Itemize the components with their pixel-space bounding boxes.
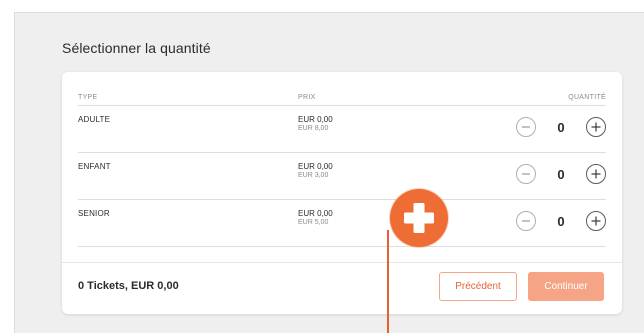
ticket-original-price: EUR 8,00 bbox=[298, 125, 329, 132]
minus-icon bbox=[522, 126, 530, 128]
plus-icon bbox=[591, 169, 601, 179]
annotation-marker bbox=[390, 189, 448, 247]
minus-icon bbox=[522, 220, 530, 222]
ticket-original-price: EUR 3,00 bbox=[298, 172, 329, 179]
decrease-button[interactable] bbox=[516, 164, 536, 184]
ticket-type-label: SENIOR bbox=[78, 209, 110, 218]
continue-button[interactable]: Continuer bbox=[528, 272, 604, 301]
quantity-value: 0 bbox=[557, 167, 565, 182]
plus-marker-icon bbox=[404, 203, 434, 233]
table-row: ENFANT EUR 0,00 EUR 3,00 0 bbox=[78, 153, 606, 200]
quantity-value: 0 bbox=[557, 120, 565, 135]
quantity-stepper: 0 bbox=[516, 117, 606, 139]
decrease-button[interactable] bbox=[516, 211, 536, 231]
quantity-stepper: 0 bbox=[516, 211, 606, 233]
ticket-price: EUR 0,00 bbox=[298, 162, 333, 171]
increase-button[interactable] bbox=[586, 117, 606, 137]
minus-icon bbox=[522, 173, 530, 175]
plus-icon bbox=[591, 122, 601, 132]
column-header-type: TYPE bbox=[78, 94, 98, 101]
decrease-button[interactable] bbox=[516, 117, 536, 137]
order-summary: 0 Tickets, EUR 0,00 bbox=[78, 280, 179, 292]
increase-button[interactable] bbox=[586, 211, 606, 231]
column-header-quantity: QUANTITÉ bbox=[568, 94, 606, 101]
increase-button[interactable] bbox=[586, 164, 606, 184]
annotation-pointer-line bbox=[387, 230, 389, 333]
section-title: Sélectionner la quantité bbox=[62, 40, 211, 56]
table-row: ADULTE EUR 0,00 EUR 8,00 0 bbox=[78, 106, 606, 153]
ticket-price: EUR 0,00 bbox=[298, 209, 333, 218]
table-row: SENIOR EUR 0,00 EUR 5,00 0 bbox=[78, 200, 606, 247]
quantity-stepper: 0 bbox=[516, 164, 606, 186]
ticket-original-price: EUR 5,00 bbox=[298, 219, 329, 226]
plus-icon bbox=[591, 216, 601, 226]
quantity-value: 0 bbox=[557, 214, 565, 229]
ticket-price: EUR 0,00 bbox=[298, 115, 333, 124]
column-header-price: PRIX bbox=[298, 94, 316, 101]
row-divider bbox=[78, 246, 606, 247]
ticket-type-label: ADULTE bbox=[78, 115, 111, 124]
ticket-type-label: ENFANT bbox=[78, 162, 111, 171]
previous-button[interactable]: Précédent bbox=[439, 272, 517, 301]
footer-divider bbox=[62, 262, 622, 263]
ticket-card: TYPE PRIX QUANTITÉ ADULTE EUR 0,00 EUR 8… bbox=[62, 72, 622, 314]
